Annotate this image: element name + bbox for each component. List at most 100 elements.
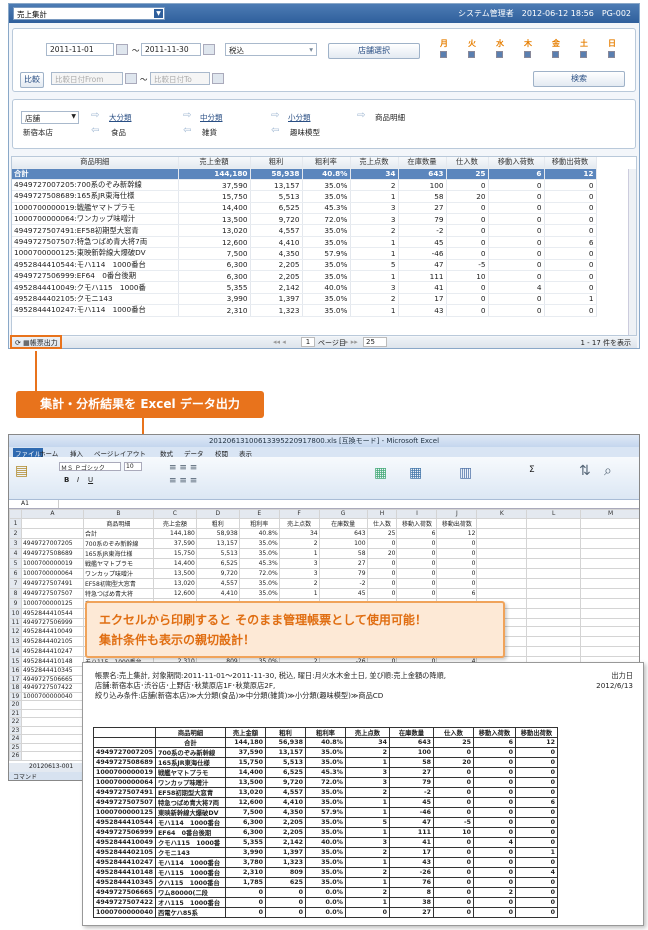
sheet-cell[interactable]: 4952844410049 — [20, 626, 84, 637]
weekday-checkbox[interactable] — [440, 51, 447, 58]
sheet-cell[interactable]: 0 — [366, 537, 398, 549]
sheet-cell[interactable]: 0 — [436, 577, 478, 589]
weekday-checkbox[interactable] — [468, 51, 475, 58]
sheet-cell[interactable]: 6,525 — [195, 557, 240, 569]
calendar-icon[interactable] — [116, 44, 128, 55]
column-header[interactable]: J — [436, 509, 478, 519]
row-header[interactable]: 14 — [9, 646, 22, 657]
formula-bar[interactable]: A1 — [9, 500, 639, 509]
paste-icon[interactable]: ▤ — [15, 463, 28, 479]
sheet-cell[interactable] — [526, 626, 582, 637]
sheet-cell[interactable] — [476, 547, 528, 559]
table-format-icon[interactable]: ▦ — [409, 465, 422, 481]
column-header[interactable]: G — [318, 509, 368, 519]
sheet-cell[interactable]: 9,720 — [195, 567, 240, 579]
row-header[interactable]: 6 — [9, 567, 22, 579]
sheet-cell[interactable] — [526, 636, 582, 647]
sheet-cell[interactable]: 0 — [396, 567, 438, 579]
sheet-cell[interactable]: 0 — [366, 557, 398, 569]
sheet-cell[interactable]: 3 — [278, 567, 320, 579]
sheet-cell[interactable]: EF58初期型大窓青 — [82, 577, 154, 589]
table-row[interactable]: 4949727507491:EF58初期型大窓青 13,020 4,557 35.0%… — [12, 224, 597, 237]
arrow-left-icon[interactable]: ⇦ — [91, 125, 99, 136]
page-size-select[interactable]: 25 — [363, 337, 387, 347]
row-header[interactable]: 24 — [9, 734, 22, 744]
store-dim-select[interactable]: 店舗 ▼ — [21, 111, 79, 124]
sheet-cell[interactable]: 12,600 — [152, 587, 197, 599]
sheet-cell[interactable]: 粗利 — [195, 517, 240, 529]
table-row[interactable]: 4949727507507:特急つばめ青大将7両 12,600 4,410 35.0%… — [12, 236, 597, 249]
sheet-cell[interactable] — [580, 577, 639, 589]
sheet-cell[interactable]: 0 — [396, 587, 438, 599]
font-name-select[interactable]: ＭＳ Ｐゴシック — [59, 462, 121, 472]
sheet-cell[interactable]: 4949727507491 — [20, 577, 84, 589]
sheet-cell[interactable] — [20, 527, 84, 539]
column-header[interactable]: B — [82, 509, 154, 519]
sheet-cell[interactable]: 2 — [278, 577, 320, 589]
table-row[interactable]: 4949727506999:EF64 0番台後期 6,300 2,205 35.0% 1… — [12, 270, 597, 283]
dim-item-detail[interactable]: 商品明細 — [375, 112, 405, 123]
sheet-cell[interactable] — [476, 557, 528, 569]
sheet-cell[interactable]: 戦艦ヤマトプラモ — [82, 557, 154, 569]
dim-large-category[interactable]: 大分類 — [109, 112, 132, 123]
sheet-cell[interactable]: 移動出荷数 — [436, 517, 478, 529]
column-header[interactable]: M — [580, 509, 639, 519]
sheet-cell[interactable]: 1 — [278, 547, 320, 559]
table-row[interactable]: 4952844402105:クモニ143 3,990 1,397 35.0% 2 17 0 0… — [12, 293, 597, 306]
sheet-cell[interactable]: 165系JR東海仕様 — [82, 547, 154, 559]
sheet-cell[interactable] — [580, 527, 639, 539]
compare-to-input[interactable]: 比較日付To — [150, 72, 210, 85]
sheet-cell[interactable]: 4949727507507 — [20, 587, 84, 599]
sheet-cell[interactable]: 25 — [366, 527, 398, 539]
row-header[interactable]: 22 — [9, 717, 22, 727]
grid-header-row[interactable]: 商品明細 売上金額 粗利 粗利率 売上点数 在庫数量 仕入数 移動入荷数 移動出荷数 — [12, 157, 597, 169]
row-header[interactable]: 19 — [9, 691, 22, 701]
arrow-left-icon[interactable]: ⇦ — [271, 125, 279, 136]
dim-middle-category[interactable]: 中分類 — [200, 112, 223, 123]
sheet-cell[interactable]: 643 — [318, 527, 368, 539]
column-header[interactable]: C — [152, 509, 197, 519]
sheet-cell[interactable]: 特急つばめ青大将 — [82, 587, 154, 599]
sheet-cell[interactable] — [526, 527, 582, 539]
table-row[interactable]: 1000700000125:東映新幹線大爆破DV 7,500 4,350 57.9% 1… — [12, 247, 597, 260]
date-to-input[interactable]: 2011-11-30 — [141, 43, 201, 56]
sheet-cell[interactable]: 0 — [366, 567, 398, 579]
column-header[interactable]: I — [396, 509, 438, 519]
sheet-cell[interactable]: 100 — [318, 537, 368, 549]
row-header[interactable]: 10 — [9, 607, 22, 619]
compare-from-input[interactable]: 比較日付From — [51, 72, 123, 85]
sheet-cell[interactable] — [20, 717, 84, 727]
row-header[interactable]: 5 — [9, 557, 22, 569]
calendar-icon[interactable] — [203, 44, 215, 55]
sheet-cell[interactable]: 1000700000064 — [20, 567, 84, 579]
table-row[interactable]: 4949727508689:165系JR東海仕様 15,750 5,513 35.0%… — [12, 190, 597, 203]
sheet-cell[interactable] — [526, 577, 582, 589]
row-header[interactable]: 15 — [9, 656, 22, 667]
sheet-cell[interactable] — [580, 557, 639, 569]
row-header[interactable]: 7 — [9, 577, 22, 589]
sheet-cell[interactable]: 35.0% — [238, 547, 280, 559]
sheet-cell[interactable] — [580, 607, 639, 619]
sheet-cell[interactable] — [526, 587, 582, 599]
sheet-cell[interactable] — [580, 567, 639, 579]
weekday-checkbox[interactable] — [608, 51, 615, 58]
column-header[interactable]: K — [476, 509, 528, 519]
sheet-cell[interactable]: 4949727508689 — [20, 547, 84, 559]
find-icon[interactable]: ⌕ — [604, 463, 612, 479]
sheet-cell[interactable]: 1 — [278, 587, 320, 599]
sheet-cell[interactable]: 13,500 — [152, 567, 197, 579]
sheet-cell[interactable] — [20, 734, 84, 744]
sheet-cell[interactable]: ワンカップ味噌汁 — [82, 567, 154, 579]
sheet-cell[interactable]: 0 — [396, 577, 438, 589]
sheet-cell[interactable] — [20, 742, 84, 752]
sheet-cell[interactable] — [476, 577, 528, 589]
sheet-cell[interactable]: 34 — [278, 527, 320, 539]
row-header[interactable]: 21 — [9, 708, 22, 718]
sheet-cell[interactable]: 40.8% — [238, 527, 280, 539]
italic-icon[interactable]: I — [77, 476, 79, 484]
sheet-cell[interactable]: 1000700000019 — [20, 557, 84, 569]
sheet-cell[interactable] — [20, 751, 84, 761]
align-icon[interactable]: ≡ ≡ ≡ — [169, 463, 197, 473]
table-row[interactable]: 4952844410544:モハ114 1000番台 6,300 2,205 35.0… — [12, 259, 597, 272]
sheet-cell[interactable] — [526, 597, 582, 609]
